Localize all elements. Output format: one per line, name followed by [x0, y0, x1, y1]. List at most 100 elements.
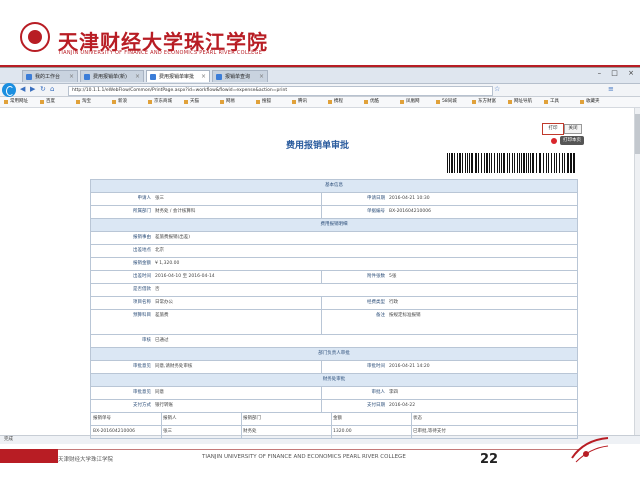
school-name-en: TIANJIN UNIVERSITY OF FINANCE AND ECONOM… [58, 50, 263, 56]
star-icon[interactable]: ☆ [494, 85, 500, 93]
browser-logo-icon[interactable] [2, 83, 16, 97]
field-label: 经费类型 [367, 300, 385, 305]
bookmark-item[interactable]: 东方财富 [472, 98, 496, 104]
school-logo [20, 22, 50, 52]
bookmark-item[interactable]: 常用网址 [4, 98, 28, 104]
forward-icon[interactable]: ▶ [30, 85, 35, 93]
bookmark-item[interactable]: 网址导航 [508, 98, 532, 104]
field-value: 否 [155, 287, 160, 292]
bookmark-item[interactable]: 优酷 [364, 98, 379, 104]
tab-label: 我的工作台 [35, 74, 61, 80]
field-value: 财务处 / 会计核算科 [155, 209, 196, 214]
close-button[interactable]: 关闭 [564, 124, 582, 134]
field-label: 审核 [142, 338, 151, 343]
field-label: 所属部门 [133, 209, 151, 214]
field-label: 出差时间 [133, 274, 151, 279]
header-banner: 天津财经大学珠江学院 TIANJIN UNIVERSITY OF FINANCE… [0, 0, 640, 62]
field-value: 5张 [389, 274, 397, 279]
field-label: 审批人 [371, 390, 386, 395]
summary-row: 报销单号 报销人 报销部门 金额 状态 [90, 413, 578, 426]
bookmark-item[interactable]: 腾讯 [292, 98, 307, 104]
bookmark-item[interactable]: 京东商城 [148, 98, 172, 104]
summary-cell: 报销单号 [93, 416, 111, 421]
tab-label: 费用报销单审批 [159, 74, 195, 80]
field-value: 李四 [389, 390, 398, 395]
close-icon[interactable]: × [201, 71, 206, 82]
alert-icon [551, 138, 557, 144]
field-label: 审批意见 [133, 364, 151, 369]
field-label: 备注 [376, 313, 385, 318]
field-label: 出差地点 [133, 248, 151, 253]
field-value: 张三 [155, 196, 164, 201]
back-icon[interactable]: ◀ [20, 85, 25, 93]
tab-expense-new[interactable]: 费用报销单(新) × [80, 70, 144, 82]
field-value: 按规定标准报销 [389, 313, 421, 318]
section-header: 费用报销明细 [90, 219, 578, 232]
field-label: 预算科目 [133, 313, 151, 318]
browser-window: 我的工作台 × 费用报销单(新) × 费用报销单审批 × 报销单查询 × – □ × ◀… [0, 67, 640, 444]
form-row: 申请人 张三 申请日期 2016-04-21 10:30 [90, 193, 578, 206]
page-number: 22 [480, 452, 499, 467]
seal-icon [28, 30, 42, 44]
bookmark-item[interactable]: 58同城 [436, 98, 457, 104]
bookmark-item[interactable]: 百度 [40, 98, 55, 104]
form-row: 审核 已通过 [90, 335, 578, 348]
bookmark-item[interactable]: 天猫 [184, 98, 199, 104]
field-value: 日常办公 [155, 300, 173, 305]
scrollbar[interactable] [634, 108, 640, 435]
field-label: 报销金额 [133, 261, 151, 266]
field-label: 报销事由 [133, 235, 151, 240]
window-controls[interactable]: – □ × [598, 69, 638, 77]
expense-form-table: 基本信息 申请人 张三 申请日期 2016-04-21 10:30 所属部门 财务处 / 会… [90, 179, 578, 439]
field-value: 2016-04-10 至 2016-04-14 [155, 274, 215, 279]
field-label: 申请人 [137, 196, 152, 201]
tooltip: 打印本页 [560, 136, 584, 145]
bookmark-item[interactable]: 收藏夹 [580, 98, 600, 104]
field-label: 申请日期 [367, 196, 385, 201]
menu-icon[interactable]: ≡ [608, 85, 614, 93]
refresh-icon[interactable]: ↻ [40, 85, 46, 93]
section-header: 基本信息 [90, 179, 578, 193]
field-value: ¥ 1,320.00 [155, 261, 180, 266]
summary-cell: 金额 [333, 416, 342, 421]
field-value: 差旅费报销(出差) [155, 235, 191, 240]
form-row: 项目名称 日常办公 经费类型 行政 [90, 297, 578, 310]
bookmark-item[interactable]: 搜狐 [256, 98, 271, 104]
close-icon[interactable]: × [69, 71, 74, 82]
status-text: 完成 [4, 437, 13, 442]
field-label: 支付方式 [133, 403, 151, 408]
tab-expense-approval[interactable]: 费用报销单审批 × [146, 70, 210, 82]
field-label: 审批时间 [367, 364, 385, 369]
close-icon[interactable]: × [135, 71, 140, 82]
page-icon [216, 74, 222, 80]
bookmark-item[interactable]: 网易 [220, 98, 235, 104]
footer-accent [0, 449, 58, 463]
summary-row: BX-201604210006 张三 财务处 1320.00 已审批,等待支付 [90, 426, 578, 439]
address-input[interactable]: http://10.1.1.1/eWebFlow/Common/PrintPag… [68, 86, 493, 96]
field-value: 2016-04-22 [389, 403, 416, 408]
bookmark-item[interactable]: 淘宝 [76, 98, 91, 104]
scrollbar-thumb[interactable] [635, 114, 640, 154]
form-row: 预算科目 差旅费 备注 按规定标准报销 [90, 310, 578, 335]
print-button[interactable]: 打印 [542, 123, 564, 135]
form-row: 出差地点 北京 [90, 245, 578, 258]
bookmark-item[interactable]: 凤凰网 [400, 98, 420, 104]
field-label: 支付日期 [367, 403, 385, 408]
summary-cell: 报销人 [163, 416, 177, 421]
field-value: 同意 [155, 390, 164, 395]
tab-expense-query[interactable]: 报销单查询 × [212, 70, 268, 82]
close-icon[interactable]: × [259, 71, 264, 82]
tab-label: 费用报销单(新) [93, 74, 127, 80]
page-icon [150, 74, 156, 80]
bookmark-item[interactable]: 新浪 [112, 98, 127, 104]
page-title: 费用报销单审批 [286, 141, 350, 151]
bookmark-item[interactable]: 工具 [544, 98, 559, 104]
summary-cell: 已审批,等待支付 [413, 429, 446, 434]
home-icon[interactable]: ⌂ [50, 85, 54, 93]
field-value: 同意,请财务处审核 [155, 364, 193, 369]
summary-cell: 状态 [413, 416, 422, 421]
page-icon [26, 74, 32, 80]
address-toolbar: ◀ ▶ ↻ ⌂ http://10.1.1.1/eWebFlow/Common/… [0, 83, 640, 97]
bookmark-item[interactable]: 携程 [328, 98, 343, 104]
tab-workbench[interactable]: 我的工作台 × [22, 70, 78, 82]
